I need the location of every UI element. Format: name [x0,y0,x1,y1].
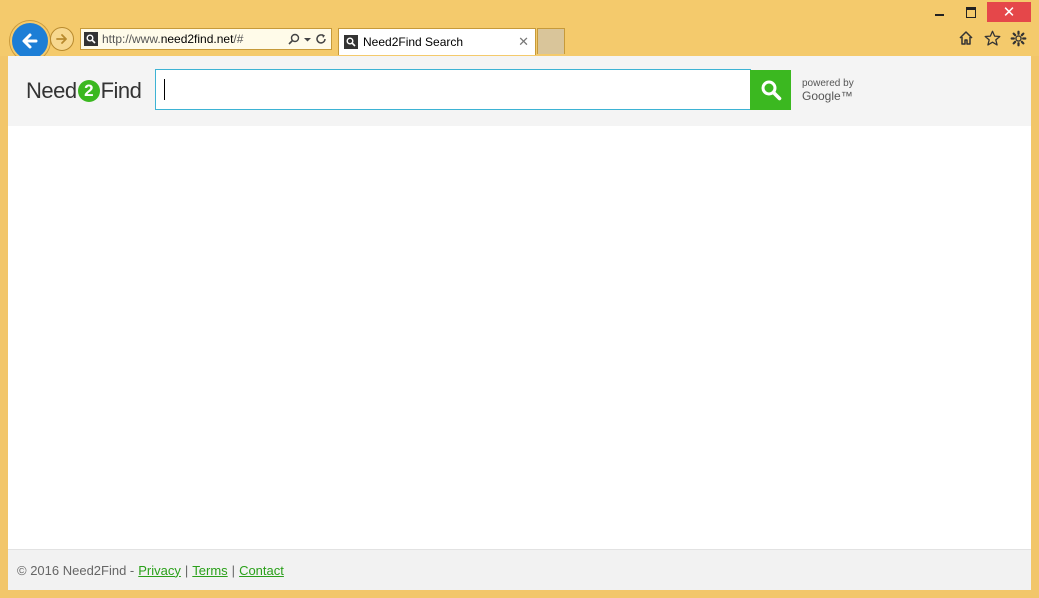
refresh-icon[interactable] [315,33,327,45]
url-host: need2find.net [160,32,234,46]
web-page: Need 2 Find powered by Google™ © 2016 Need… [8,56,1031,590]
window-controls: ✕ [923,2,1031,22]
link-separator: | [231,562,236,578]
privacy-link[interactable]: Privacy [138,563,181,578]
tab-close-button[interactable]: ✕ [518,34,529,50]
tab-title: Need2Find Search [363,35,464,49]
address-url[interactable]: http://www.need2find.net/# [102,32,288,46]
forward-arrow-icon [56,34,67,44]
forward-button[interactable] [50,27,74,51]
browser-chrome: ✕ http://www.need2find.net/# Need2Find S… [0,0,1039,61]
star-icon[interactable] [983,29,1001,47]
google-label: Google™ [802,89,853,103]
search-icon[interactable] [288,33,300,45]
back-button[interactable] [10,21,50,61]
logo-text-need: Need [26,78,77,103]
maximize-button[interactable] [955,2,987,22]
browser-tab[interactable]: Need2Find Search ✕ [338,28,536,55]
minimize-button[interactable] [923,2,955,22]
maximize-icon [966,6,976,18]
powered-by-google: powered by Google™ [802,77,854,103]
close-window-button[interactable]: ✕ [987,2,1031,22]
need2find-logo[interactable]: Need 2 Find [26,76,142,106]
search-icon [761,80,781,101]
logo-number: 2 [77,80,100,102]
back-arrow-icon [22,33,38,49]
search-input[interactable] [155,69,751,110]
dropdown-arrow-icon[interactable] [304,36,311,43]
new-tab-button[interactable] [537,28,565,54]
address-tools [288,33,331,45]
link-separator: | [184,562,189,578]
minimize-icon [934,14,944,16]
terms-link[interactable]: Terms [192,563,227,578]
toolbar-icons [957,29,1027,47]
url-suffix: /# [233,32,244,46]
page-footer: © 2016 Need2Find - Privacy | Terms | Con… [8,549,1031,590]
copyright-text: © 2016 Need2Find - [17,562,135,578]
text-caret [164,79,165,100]
site-search-icon [84,32,98,46]
gear-icon[interactable] [1009,29,1027,47]
address-bar[interactable]: http://www.need2find.net/# [80,28,332,50]
logo-text-find: Find [100,78,142,103]
home-icon[interactable] [957,29,975,47]
search-header: Need 2 Find powered by Google™ [8,56,1031,126]
url-prefix: http://www. [102,32,161,46]
contact-link[interactable]: Contact [239,563,284,578]
tab-search-icon [344,35,358,49]
search-button[interactable] [750,70,791,110]
